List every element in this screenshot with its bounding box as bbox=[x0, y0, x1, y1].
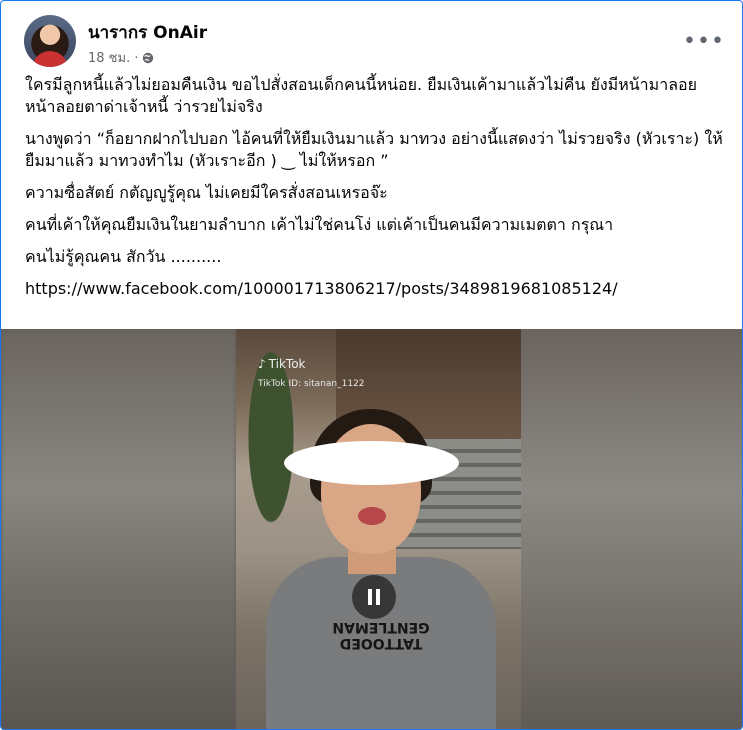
tiktok-id: TikTok ID: sitanan_1122 bbox=[258, 379, 365, 389]
shirt-print: TATTOOED GENTLEMAN bbox=[332, 619, 430, 651]
post-paragraph: คนไม่รู้คุณคน สักวัน .......... bbox=[25, 247, 222, 266]
globe-icon bbox=[142, 52, 154, 64]
post-body: ใครมีลูกหนี้แล้วไม่ยอมคืนเงิน ขอไปสั่งสอ… bbox=[25, 74, 725, 300]
pause-button[interactable] bbox=[352, 575, 396, 619]
post-paragraph: คนที่เค้าให้คุณยืมเงินในยามลำบาก เค้าไม่… bbox=[25, 215, 614, 234]
tiktok-watermark: ♪ TikTok bbox=[258, 357, 306, 371]
mouth bbox=[358, 507, 386, 525]
author-name[interactable]: นารากร OnAir bbox=[88, 19, 207, 46]
video-blur-right bbox=[507, 329, 742, 729]
pause-icon bbox=[368, 589, 372, 605]
tiktok-logo-text: TikTok bbox=[268, 357, 306, 371]
pause-icon bbox=[376, 589, 380, 605]
video-blur-left bbox=[1, 329, 236, 729]
tiktok-icon: ♪ bbox=[258, 357, 266, 371]
post-header: นารากร OnAir 18 ชม. · ••• bbox=[1, 1, 742, 71]
post-paragraph: นางพูดว่า “ก็อยากฝากไปบอก ไอ้คนที่ให้ยืม… bbox=[25, 129, 723, 170]
video-frame[interactable]: TATTOOED GENTLEMAN ♪ TikTok TikTok ID: s… bbox=[236, 329, 521, 729]
video-player[interactable]: TATTOOED GENTLEMAN ♪ TikTok TikTok ID: s… bbox=[1, 329, 742, 729]
more-options-button[interactable]: ••• bbox=[683, 23, 724, 59]
post-meta: 18 ชม. · bbox=[88, 47, 154, 68]
post-card: นารากร OnAir 18 ชม. · ••• ใครมีลูกหนี้แล… bbox=[0, 0, 743, 730]
post-paragraph: ใครมีลูกหนี้แล้วไม่ยอมคืนเงิน ขอไปสั่งสอ… bbox=[25, 75, 697, 116]
post-paragraph: ความซื่อสัตย์ กตัญญูรู้คุณ ไม่เคยมีใครสั… bbox=[25, 183, 388, 202]
avatar[interactable] bbox=[24, 15, 76, 67]
timestamp[interactable]: 18 ชม. · bbox=[88, 47, 138, 68]
censor-bar bbox=[284, 441, 459, 485]
post-link[interactable]: https://www.facebook.com/100001713806217… bbox=[25, 278, 725, 300]
